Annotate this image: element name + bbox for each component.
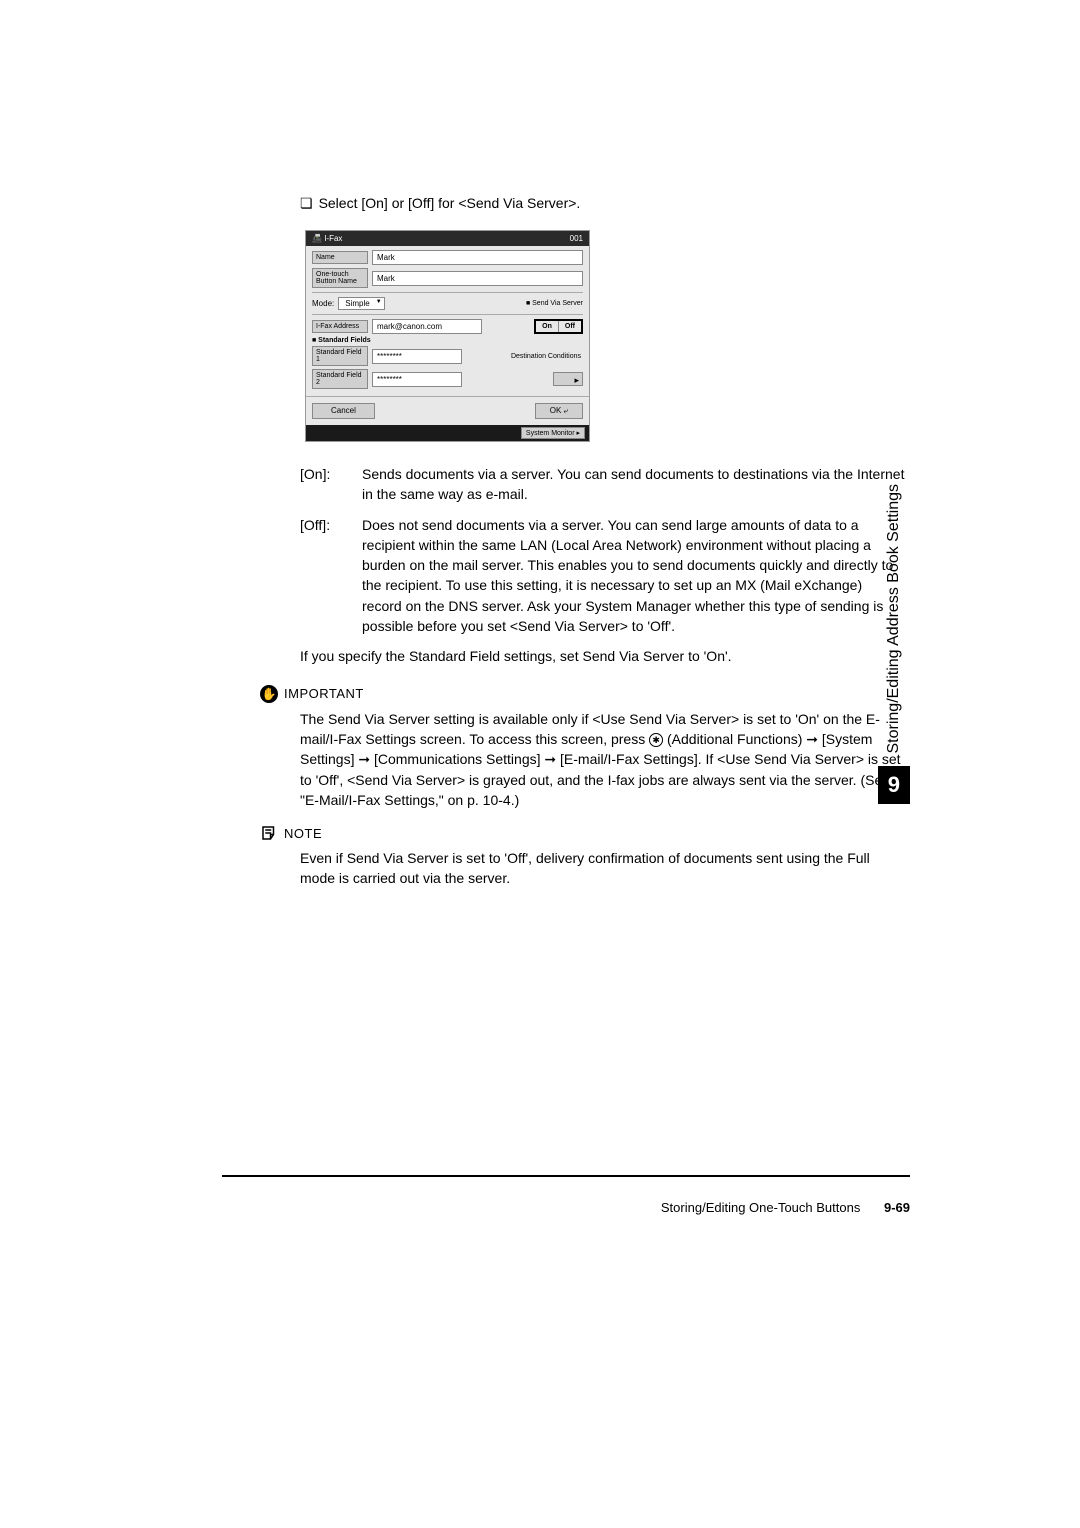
name-input[interactable]: Mark xyxy=(372,250,583,265)
ok-button[interactable]: OK ⤶ xyxy=(535,403,583,419)
chapter-number: 9 xyxy=(878,766,910,804)
system-monitor-button[interactable]: System Monitor ▸ xyxy=(521,427,585,439)
standard-field-2-input[interactable]: ******** xyxy=(372,372,462,387)
on-description: Sends documents via a server. You can se… xyxy=(362,464,905,505)
ui-header-title: 📠 I-Fax xyxy=(312,234,342,243)
send-via-server-label: ■ Send Via Server xyxy=(526,300,583,307)
note-icon xyxy=(260,824,278,842)
onetouch-name-button[interactable]: One-touch Button Name xyxy=(312,268,368,288)
standard-field-1-input[interactable]: ******** xyxy=(372,349,462,364)
name-button[interactable]: Name xyxy=(312,251,368,264)
standard-field-1-button[interactable]: Standard Field 1 xyxy=(312,346,368,366)
on-button[interactable]: On xyxy=(536,321,559,332)
cancel-button[interactable]: Cancel xyxy=(312,403,375,419)
ifax-address-input[interactable]: mark@canon.com xyxy=(372,319,482,334)
send-via-server-toggle[interactable]: On Off xyxy=(534,319,583,334)
ui-header-number: 001 xyxy=(570,234,583,243)
additional-functions-icon: ✱ xyxy=(649,733,663,747)
important-body: The Send Via Server setting is available… xyxy=(300,709,905,810)
mode-dropdown[interactable]: Simple xyxy=(338,297,384,310)
note-body: Even if Send Via Server is set to 'Off',… xyxy=(300,848,905,889)
important-icon: ✋ xyxy=(260,685,278,703)
standard-field-2-button[interactable]: Standard Field 2 xyxy=(312,369,368,389)
important-title: IMPORTANT xyxy=(284,686,364,701)
destination-conditions-button[interactable]: ▸ xyxy=(553,372,583,386)
chapter-side-tab: Storing/Editing Address Book Settings 9 xyxy=(878,478,910,804)
page-number: 9-69 xyxy=(884,1200,910,1215)
ifax-address-button[interactable]: I-Fax Address xyxy=(312,320,368,333)
off-description: Does not send documents via a server. Yo… xyxy=(362,515,905,637)
destination-conditions-label: Destination Conditions xyxy=(509,351,583,362)
note-title: NOTE xyxy=(284,826,322,841)
ifax-settings-screenshot: 📠 I-Fax 001 Name Mark One-touch Button N… xyxy=(305,230,590,442)
standard-fields-heading: ■ Standard Fields xyxy=(312,337,583,344)
instruction-text: Select [On] or [Off] for <Send Via Serve… xyxy=(300,195,905,212)
page-footer: Storing/Editing One-Touch Buttons 9-69 xyxy=(661,1200,910,1215)
chapter-title-vertical: Storing/Editing Address Book Settings xyxy=(885,478,903,760)
footer-rule xyxy=(222,1175,910,1177)
onetouch-name-input[interactable]: Mark xyxy=(372,271,583,286)
followup-text: If you specify the Standard Field settin… xyxy=(300,646,905,666)
off-term: [Off]: xyxy=(300,515,362,637)
footer-section-title: Storing/Editing One-Touch Buttons xyxy=(661,1200,860,1215)
off-button[interactable]: Off xyxy=(559,321,581,332)
mode-label: Mode: xyxy=(312,299,334,308)
on-term: [On]: xyxy=(300,464,362,505)
